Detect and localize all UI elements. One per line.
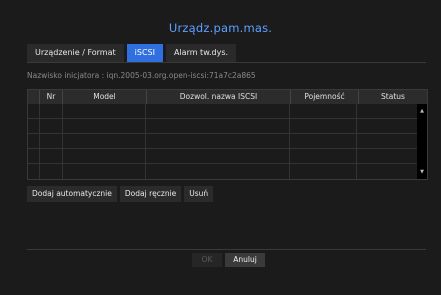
tab-bar: Urządzenie / Format iSCSI Alarm tw.dys. <box>27 44 239 62</box>
table-row[interactable] <box>28 134 417 149</box>
dialog-footer: OK Anuluj <box>192 253 268 267</box>
column-header-status[interactable]: Status <box>359 90 427 104</box>
initiator-value: iqn.2005-03.org.open-iscsi:71a7c2a865 <box>106 71 256 80</box>
table-header: Nr Model Dozwol. nazwa ISCSI Pojemność S… <box>28 90 427 104</box>
cancel-button[interactable]: Anuluj <box>225 253 265 267</box>
initiator-label: Nazwisko inicjatora : <box>27 71 107 80</box>
delete-button[interactable]: Usuń <box>184 186 214 202</box>
tab-divider <box>27 62 426 63</box>
table-row[interactable] <box>28 164 417 179</box>
tab-disk-alarm[interactable]: Alarm tw.dys. <box>165 44 237 62</box>
table-row[interactable] <box>28 119 417 134</box>
column-header-capacity[interactable]: Pojemność <box>291 90 359 104</box>
table-row[interactable] <box>28 104 417 119</box>
dialog-title: Urządz.pam.mas. <box>168 21 273 35</box>
scroll-down-icon[interactable]: ▼ <box>417 168 427 176</box>
storage-device-dialog: Urządz.pam.mas. Urządzenie / Format iSCS… <box>0 0 441 295</box>
column-header-nr[interactable]: Nr <box>40 90 63 104</box>
scroll-up-icon[interactable]: ▲ <box>417 107 427 115</box>
manual-add-button[interactable]: Dodaj ręcznie <box>119 186 182 202</box>
table-row[interactable] <box>28 149 417 164</box>
footer-divider <box>27 249 426 250</box>
column-header-model[interactable]: Model <box>63 90 147 104</box>
iscsi-device-table: Nr Model Dozwol. nazwa ISCSI Pojemność S… <box>27 89 428 180</box>
column-header-select[interactable] <box>28 90 40 104</box>
tab-iscsi[interactable]: iSCSI <box>126 44 163 62</box>
action-buttons: Dodaj automatycznie Dodaj ręcznie Usuń <box>27 186 216 202</box>
column-header-iscsi-name[interactable]: Dozwol. nazwa ISCSI <box>147 90 291 104</box>
table-body <box>28 104 417 179</box>
table-scrollbar[interactable]: ▲ ▼ <box>417 104 427 179</box>
ok-button[interactable]: OK <box>192 253 222 267</box>
auto-add-button[interactable]: Dodaj automatycznie <box>27 186 117 202</box>
initiator-name: Nazwisko inicjatora : iqn.2005-03.org.op… <box>27 71 256 80</box>
tab-device-format[interactable]: Urządzenie / Format <box>27 44 124 62</box>
